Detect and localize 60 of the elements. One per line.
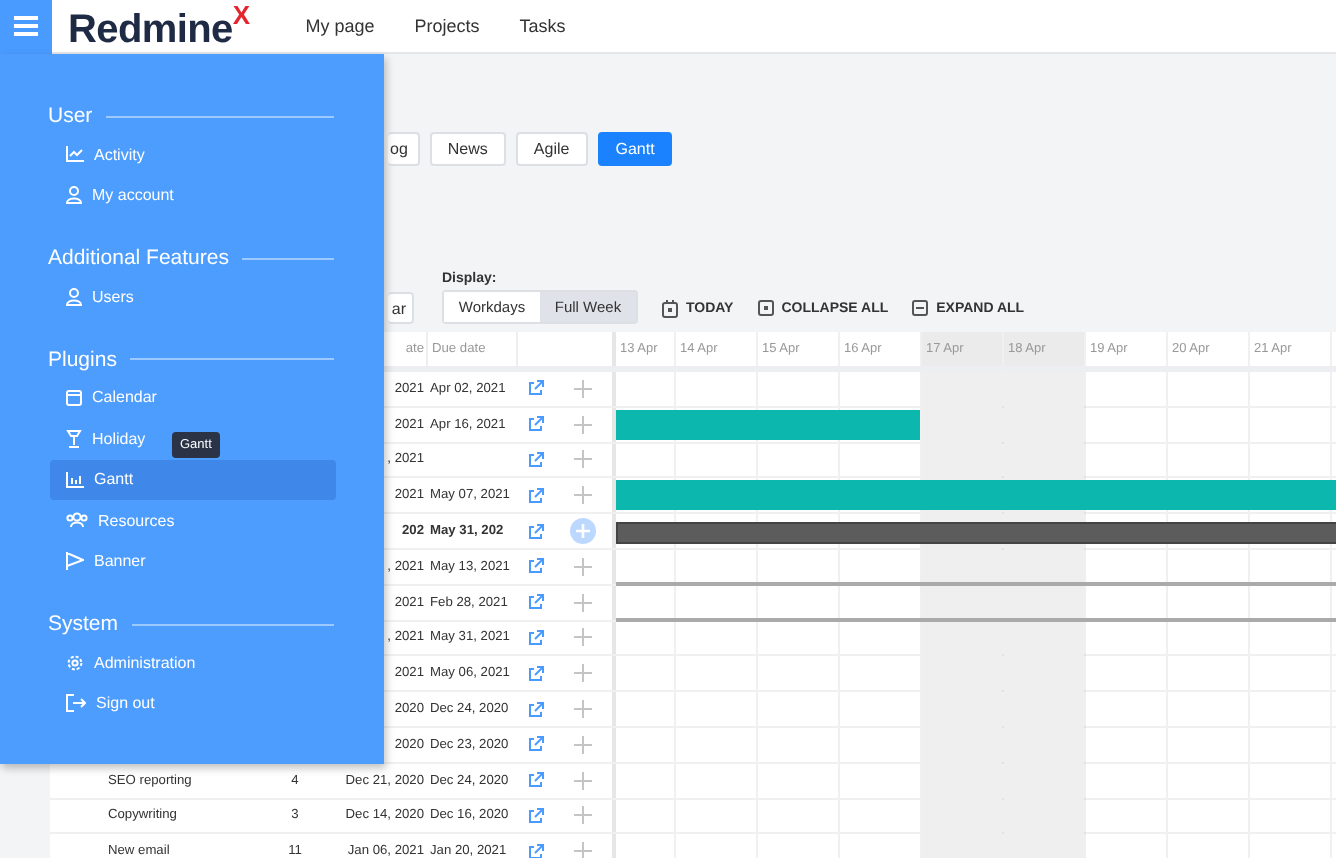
nav-link[interactable]: Tasks [519, 16, 566, 36]
external-link-icon[interactable] [527, 629, 543, 646]
settings-icon [66, 653, 84, 672]
add-icon[interactable] [574, 842, 592, 858]
add-icon[interactable] [574, 700, 592, 719]
add-icon[interactable] [574, 450, 592, 469]
menu-icon [14, 16, 38, 36]
external-link-icon[interactable] [527, 487, 543, 504]
collapse-icon [757, 300, 774, 316]
calendar-icon [66, 388, 82, 407]
external-link-icon[interactable] [527, 701, 543, 718]
flag-icon [66, 552, 84, 571]
toolbar-button[interactable]: ar [388, 292, 414, 324]
tab[interactable]: Agile [515, 132, 588, 166]
add-icon[interactable] [574, 806, 592, 825]
people-icon [66, 512, 88, 529]
add-icon[interactable] [574, 379, 592, 398]
person-icon [66, 186, 82, 205]
add-icon[interactable] [574, 735, 592, 754]
external-link-icon[interactable] [527, 416, 543, 433]
section-title: Additional Features [48, 246, 229, 270]
add-icon[interactable] [574, 486, 592, 505]
gantt-bar[interactable] [616, 522, 1336, 545]
nav-link[interactable]: Projects [414, 16, 480, 36]
add-icon[interactable] [574, 593, 592, 612]
tab[interactable]: og [388, 132, 420, 166]
person-icon [66, 287, 82, 306]
external-link-icon[interactable] [527, 843, 543, 858]
calendar-icon [662, 299, 678, 317]
external-link-icon[interactable] [527, 594, 543, 611]
section-title: System [48, 612, 119, 636]
add-icon[interactable] [574, 771, 592, 790]
nav-link[interactable]: My page [305, 16, 375, 36]
add-icon[interactable] [570, 518, 596, 545]
section-title: User [48, 104, 93, 128]
tab[interactable]: Gantt [597, 132, 673, 166]
menu-button[interactable] [0, 0, 52, 53]
chart-icon [66, 146, 84, 163]
version-line[interactable] [616, 581, 1336, 586]
external-link-icon[interactable] [527, 772, 543, 789]
tab[interactable]: News [429, 132, 506, 166]
sign-out-icon [66, 694, 86, 713]
section-title: Plugins [48, 347, 117, 371]
external-link-icon[interactable] [527, 558, 543, 575]
logo[interactable]: Redmine$^{X}$ [68, 2, 250, 50]
bar-chart-icon [66, 471, 84, 488]
sidebar-item[interactable]: Gantt [50, 459, 336, 500]
external-link-icon[interactable] [527, 380, 543, 397]
external-link-icon[interactable] [527, 736, 543, 753]
lamp-icon [66, 429, 82, 448]
expand-icon [912, 300, 929, 316]
add-icon[interactable] [574, 628, 592, 647]
external-link-icon[interactable] [527, 451, 543, 468]
external-link-icon[interactable] [527, 807, 543, 824]
add-icon[interactable] [574, 557, 592, 576]
add-icon[interactable] [574, 415, 592, 434]
external-link-icon[interactable] [527, 523, 543, 540]
version-line[interactable] [616, 617, 1336, 622]
add-icon[interactable] [574, 664, 592, 683]
external-link-icon[interactable] [527, 665, 543, 682]
